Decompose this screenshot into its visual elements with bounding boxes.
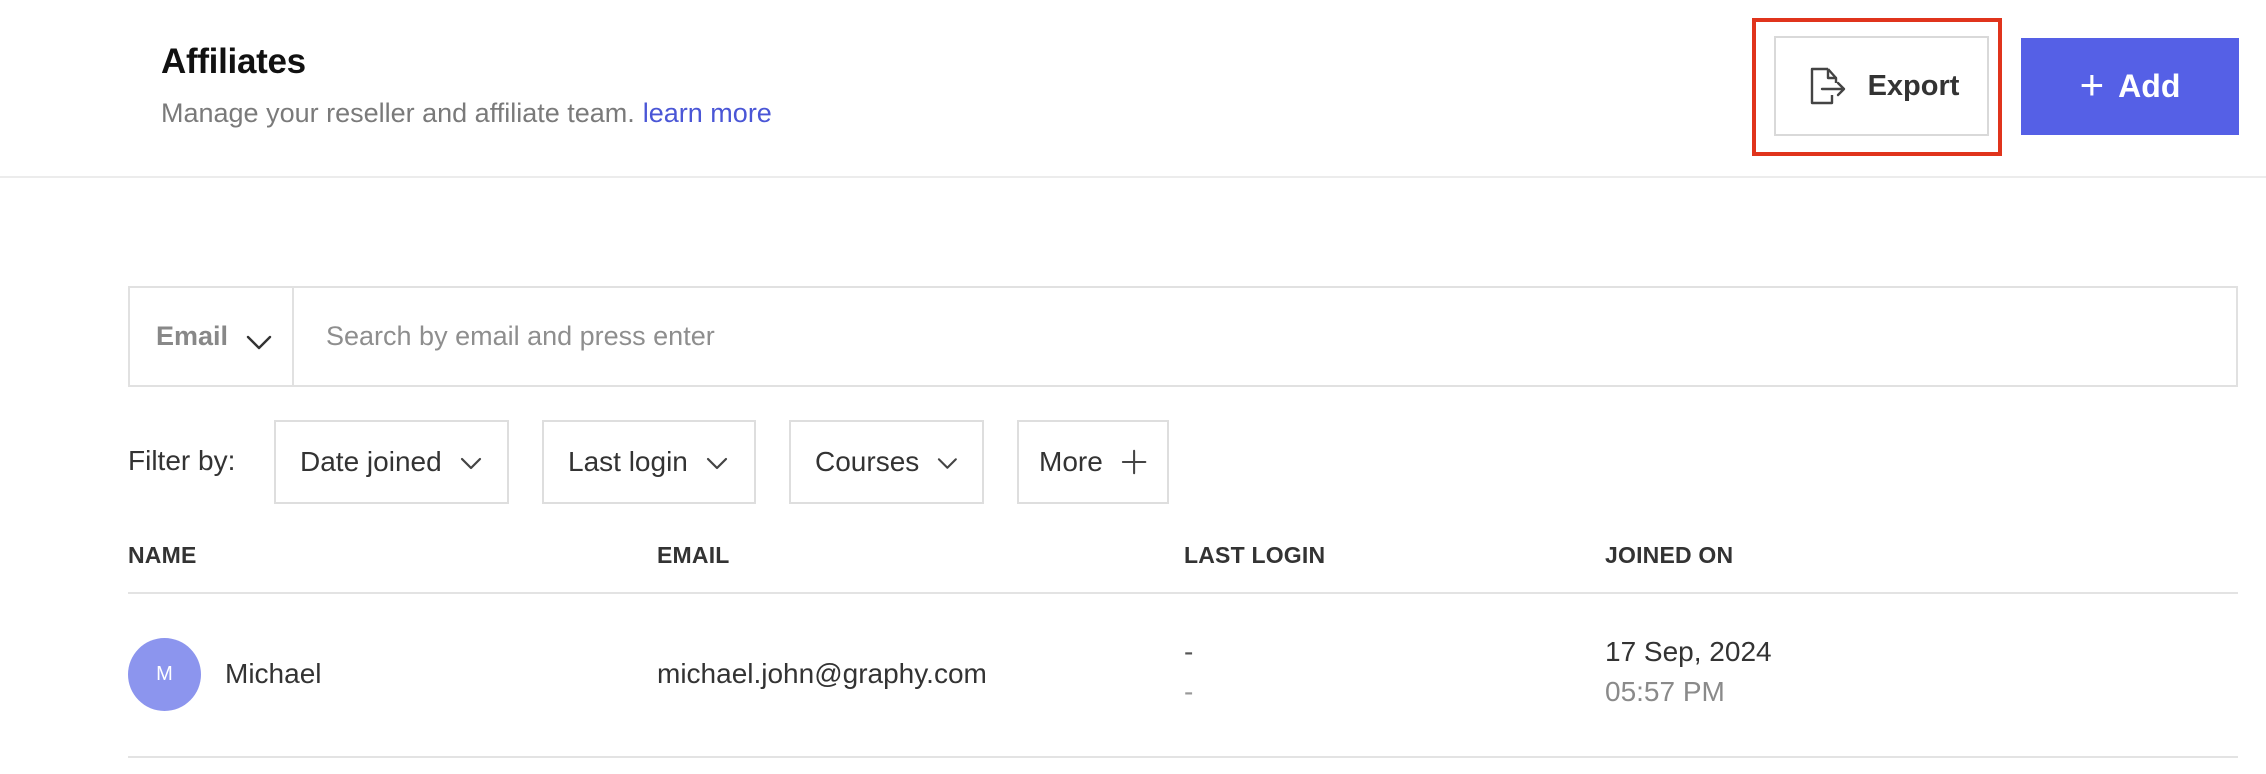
row-name[interactable]: Michael (225, 658, 321, 690)
search-bar: Email (128, 286, 2238, 387)
add-button[interactable]: + Add (2021, 38, 2239, 135)
page-title: Affiliates (161, 42, 306, 81)
plus-icon (1121, 449, 1147, 475)
plus-icon: + (2079, 60, 2105, 108)
column-header-last-login[interactable]: LAST LOGIN (1184, 542, 1325, 569)
chevron-down-icon (938, 458, 958, 469)
filter-label: Filter by: (128, 445, 236, 476)
filter-courses-label: Courses (815, 446, 920, 477)
filter-date-joined-label: Date joined (300, 446, 442, 477)
export-button-label: Export (1867, 69, 1960, 102)
export-button[interactable]: Export (1774, 36, 1989, 136)
table-row[interactable]: M Michael michael.john@graphy.com - - 17… (128, 594, 2238, 758)
subtitle-text: Manage your reseller and affiliate team. (161, 98, 635, 128)
search-input[interactable] (294, 288, 2236, 385)
page-subtitle: Manage your reseller and affiliate team.… (161, 98, 772, 129)
row-joined-date: 17 Sep, 2024 (1605, 636, 1772, 667)
filter-last-login[interactable]: Last login (542, 420, 756, 504)
column-header-name[interactable]: NAME (128, 542, 197, 569)
learn-more-link[interactable]: learn more (643, 98, 772, 128)
filter-date-joined[interactable]: Date joined (274, 420, 509, 504)
filter-last-login-label: Last login (568, 446, 688, 477)
chevron-down-icon (460, 457, 481, 470)
row-last-login-time: - (1184, 676, 1194, 707)
filter-more[interactable]: More (1017, 420, 1169, 504)
chevron-down-icon (246, 335, 272, 349)
row-email: michael.john@graphy.com (657, 658, 987, 689)
row-last-login-date: - (1184, 636, 1194, 667)
add-button-label: Add (2118, 68, 2181, 104)
column-header-email[interactable]: EMAIL (657, 542, 730, 569)
row-joined-time: 05:57 PM (1605, 676, 1725, 707)
search-type-dropdown[interactable]: Email (130, 288, 294, 385)
chevron-down-icon (706, 457, 727, 470)
filter-more-label: More (1039, 446, 1103, 477)
search-type-label: Email (156, 321, 229, 351)
page-header: Affiliates Manage your reseller and affi… (0, 0, 2266, 178)
column-header-joined-on[interactable]: JOINED ON (1605, 542, 1733, 569)
export-icon (1810, 67, 1845, 105)
filter-courses[interactable]: Courses (789, 420, 984, 504)
table-header: NAME EMAIL LAST LOGIN JOINED ON (128, 530, 2238, 594)
avatar: M (128, 638, 201, 711)
